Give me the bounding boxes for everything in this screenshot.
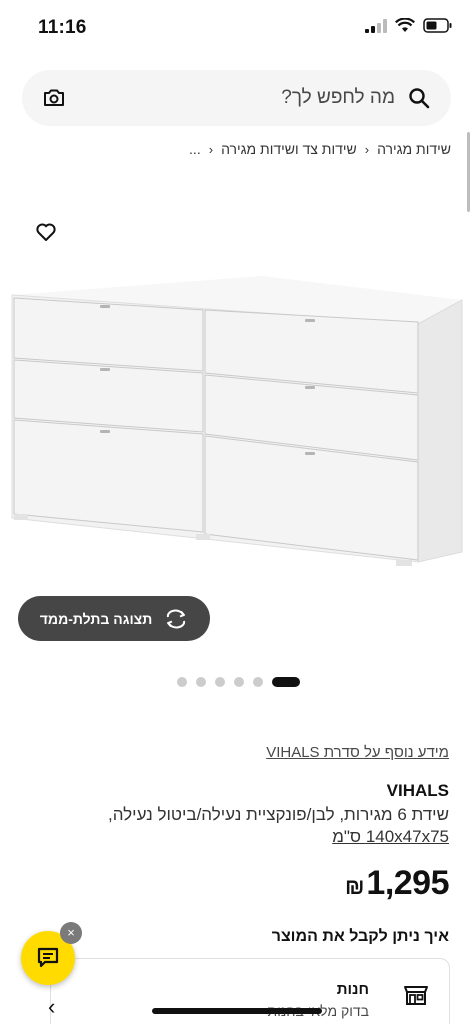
home-indicator <box>152 1008 322 1014</box>
camera-icon[interactable] <box>42 86 66 110</box>
view-3d-button[interactable]: תצוגה בתלת-ממד <box>18 596 210 641</box>
chevron-left-icon[interactable]: ‹ <box>48 994 55 1020</box>
battery-icon <box>423 18 452 33</box>
delivery-heading: איך ניתן לקבל את המוצר <box>271 928 449 945</box>
search-icon[interactable] <box>407 86 431 110</box>
product-description: שידת 6 מגירות, לבן/פונקציית נעילה/ביטול … <box>108 805 449 824</box>
product-name: VIHALS <box>386 781 449 800</box>
carousel-dot[interactable] <box>215 677 225 687</box>
search-bar[interactable]: מה לחפש לך? <box>22 70 451 126</box>
chevron-left-icon: ‹ <box>364 141 370 157</box>
series-link[interactable]: מידע נוסף על סדרת VIHALS <box>266 744 449 761</box>
carousel-dot[interactable] <box>253 677 263 687</box>
wifi-icon <box>395 18 415 32</box>
store-availability-card[interactable]: חנות בדוק מלאי בחנות <box>50 958 450 1024</box>
carousel-dot[interactable] <box>196 677 206 687</box>
store-title: חנות <box>336 981 369 998</box>
chat-close-button[interactable]: × <box>60 922 82 944</box>
status-time: 11:16 <box>38 17 87 38</box>
search-input[interactable]: מה לחפש לך? <box>281 87 395 109</box>
product-size-link[interactable]: 140x47x75 ס"מ <box>332 827 449 847</box>
carousel-dot[interactable] <box>177 677 187 687</box>
view-3d-label: תצוגה בתלת-ממד <box>39 610 153 627</box>
status-bar: 11:16 <box>0 0 473 56</box>
chat-icon <box>37 947 59 968</box>
product-image[interactable] <box>0 262 473 582</box>
carousel-dot[interactable] <box>234 677 244 687</box>
price-currency: ₪ <box>344 874 365 899</box>
store-icon <box>404 986 428 1005</box>
breadcrumb-item-side-tables[interactable]: שידות צד ושידות מגירה <box>221 141 357 157</box>
breadcrumb-item-chests[interactable]: שידות מגירה <box>377 141 451 157</box>
breadcrumb-ellipsis[interactable]: ... <box>189 141 201 157</box>
price: 1,295 ₪ <box>344 864 450 903</box>
signal-icon <box>365 18 387 33</box>
carousel-dot-active[interactable] <box>272 677 300 687</box>
price-value: 1,295 <box>366 864 449 902</box>
scrollbar[interactable] <box>467 132 470 212</box>
breadcrumb: שידות מגירה ‹ שידות צד ושידות מגירה ‹ ..… <box>189 141 451 157</box>
status-icons <box>365 18 453 33</box>
chevron-left-icon: ‹ <box>208 141 214 157</box>
heart-icon[interactable] <box>34 220 58 244</box>
rotate-3d-icon <box>167 609 186 628</box>
carousel-dots <box>177 677 300 687</box>
